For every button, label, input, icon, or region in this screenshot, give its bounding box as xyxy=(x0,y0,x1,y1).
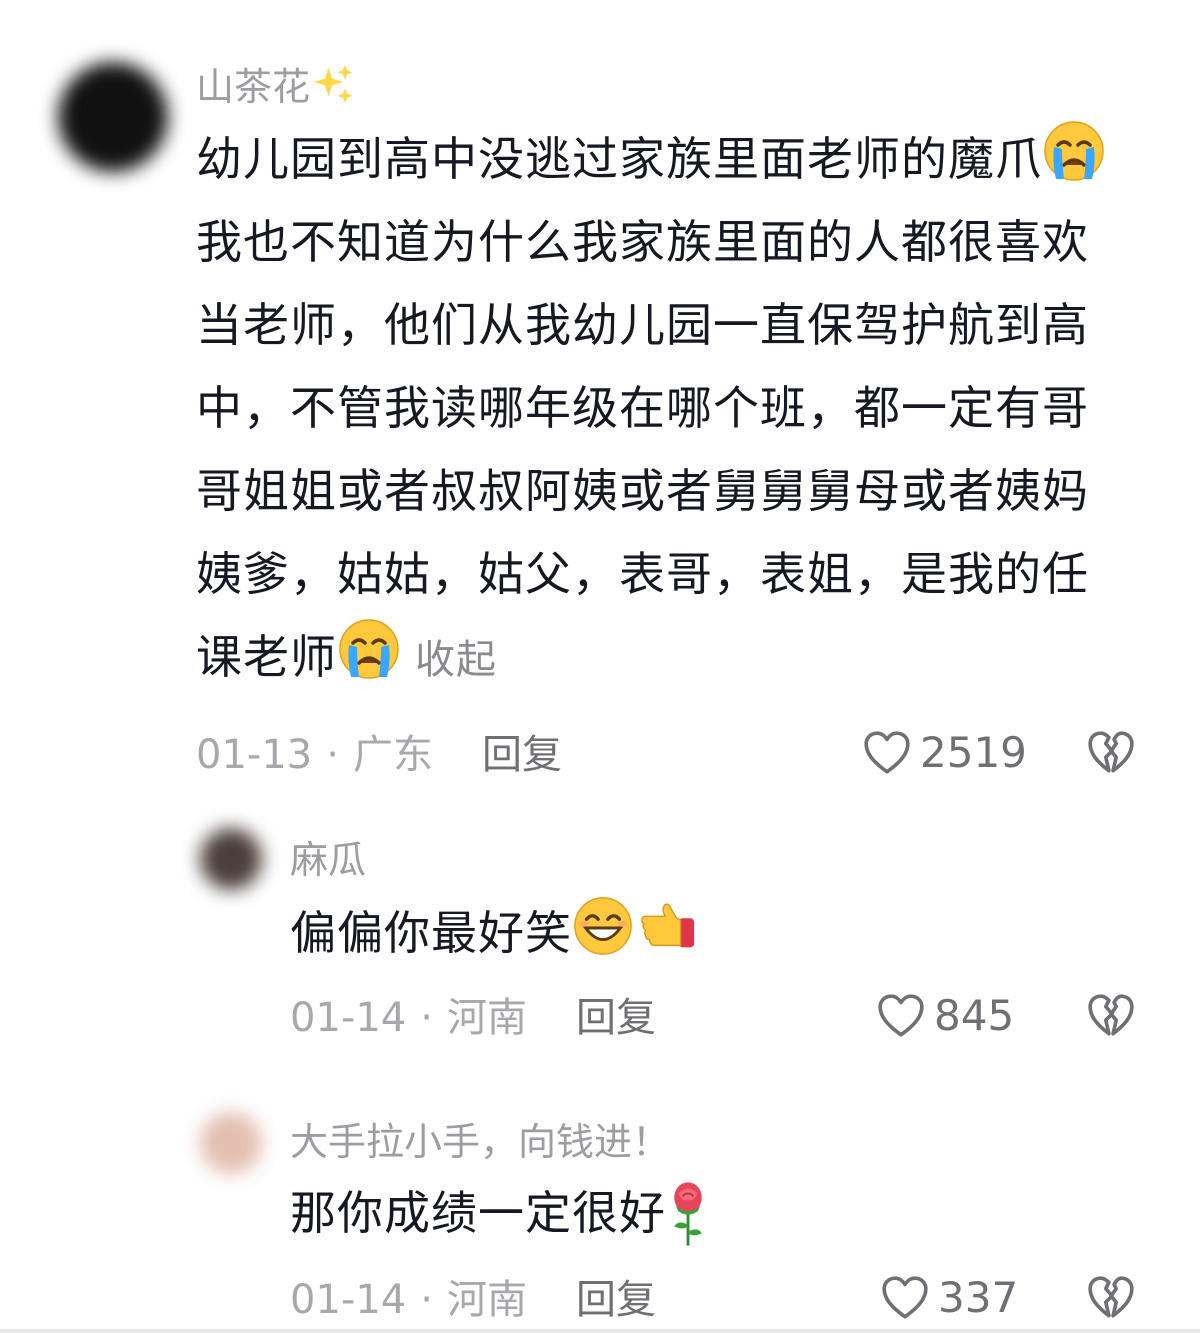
avatar[interactable] xyxy=(58,62,168,172)
dislike-button[interactable] xyxy=(1086,728,1136,782)
comment-meta: 01-14 · 河南 xyxy=(290,1275,527,1325)
like-count: 337 xyxy=(938,1273,1019,1322)
comment-date: 01-14 xyxy=(290,995,407,1041)
comment-date: 01-14 xyxy=(290,1277,407,1323)
dislike-button[interactable] xyxy=(1086,991,1136,1045)
like-count: 845 xyxy=(934,991,1015,1040)
separator-dot: · xyxy=(420,995,433,1041)
comment-location: 河南 xyxy=(446,1277,527,1323)
like-button[interactable]: 845 xyxy=(876,991,1014,1041)
avatar[interactable] xyxy=(200,828,262,890)
heart-icon xyxy=(876,991,926,1041)
comment-line: 中，不管我读哪年级在哪个班，都一定有哥 xyxy=(196,381,1089,435)
collapse-button[interactable]: 收起 xyxy=(415,637,497,683)
dislike-button[interactable] xyxy=(1086,1273,1136,1327)
comment-text: 幼儿园到高中没逃过家族里面老师的魔爪 我也不知道为什么我家族里面的人都很喜欢 当… xyxy=(196,118,1156,702)
comment-username[interactable]: 山茶花 xyxy=(196,62,356,111)
like-count: 2519 xyxy=(920,728,1027,777)
comment-meta: 01-13 · 广东 xyxy=(196,730,433,780)
comment-date: 01-13 xyxy=(196,732,313,778)
avatar[interactable] xyxy=(200,1112,262,1174)
crying-face-icon xyxy=(1042,119,1106,183)
sparkles-icon xyxy=(312,62,356,106)
comment-line: 幼儿园到高中没逃过家族里面老师的魔爪 xyxy=(196,118,1156,201)
reply-button[interactable]: 回复 xyxy=(576,1275,656,1325)
crying-face-icon xyxy=(337,617,401,681)
comment-username[interactable]: 麻瓜 xyxy=(290,836,366,884)
comment-location: 广东 xyxy=(352,732,433,778)
rose-icon xyxy=(666,1181,710,1247)
divider xyxy=(0,1329,1200,1333)
comment-username[interactable]: 大手拉小手，向钱进！ xyxy=(290,1118,670,1166)
comment-location: 河南 xyxy=(446,995,527,1041)
broken-heart-icon xyxy=(1086,728,1136,778)
comment-line: 当老师，他们从我幼儿园一直保驾护航到高 xyxy=(196,298,1089,352)
separator-dot: · xyxy=(420,1277,433,1323)
heart-icon xyxy=(862,728,912,778)
comment-line: 课老师 收起 xyxy=(196,616,1156,702)
like-button[interactable]: 2519 xyxy=(862,728,1027,778)
heart-icon xyxy=(880,1273,930,1323)
reply-button[interactable]: 回复 xyxy=(576,993,656,1043)
like-button[interactable]: 337 xyxy=(880,1273,1018,1323)
comment-meta: 01-14 · 河南 xyxy=(290,993,527,1043)
broken-heart-icon xyxy=(1086,1273,1136,1323)
broken-heart-icon xyxy=(1086,991,1136,1041)
reply-button[interactable]: 回复 xyxy=(482,730,562,780)
comment-line: 哥姐姐或者叔叔阿姨或者舅舅舅母或者姨妈 xyxy=(196,464,1089,518)
grinning-face-icon xyxy=(572,895,634,957)
separator-dot: · xyxy=(326,732,339,778)
comment-line: 我也不知道为什么我家族里面的人都很喜欢 xyxy=(196,215,1089,269)
comment-line: 姨爹，姑姑，姑父，表哥，表姐，是我的任 xyxy=(196,547,1089,601)
comment-text: 偏偏你最好笑 xyxy=(290,892,700,975)
pointing-hand-icon xyxy=(634,895,700,957)
comment-text: 那你成绩一定很好 xyxy=(290,1172,710,1255)
